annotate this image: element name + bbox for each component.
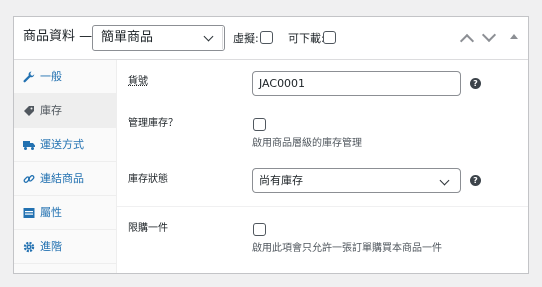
tab-attributes[interactable]: 屬性 — [14, 196, 117, 230]
move-up-icon[interactable] — [459, 33, 475, 49]
product-type-select[interactable]: 簡單商品 — [92, 25, 225, 51]
virtual-checkbox[interactable] — [260, 31, 273, 44]
wrench-icon — [23, 71, 35, 83]
tab-label: 屬性 — [40, 206, 62, 219]
gear-icon — [23, 241, 35, 253]
truck-icon — [23, 141, 35, 150]
sold-individually-description: 啟用此項會只允許一張訂單購買本商品一件 — [252, 243, 442, 254]
product-data-panel: 商品資料 — 簡單商品 虛擬: 可下載: 一般 庫存 運送方式 連結商品 屬性 … — [13, 16, 529, 274]
header-divider — [222, 27, 223, 49]
toggle-panel-icon[interactable] — [510, 34, 518, 39]
stock-status-help-icon[interactable]: ? — [470, 175, 481, 186]
tab-label: 運送方式 — [40, 138, 84, 151]
sold-individually-label: 限購一件 — [128, 223, 168, 234]
tab-shipping[interactable]: 運送方式 — [14, 128, 117, 162]
tab-label: 一般 — [40, 70, 62, 83]
tab-general[interactable]: 一般 — [14, 60, 117, 94]
tab-linked-products[interactable]: 連結商品 — [14, 162, 117, 196]
sku-help-icon[interactable]: ? — [470, 78, 481, 89]
sku-label: 貨號 — [128, 76, 148, 87]
tab-label: 連結商品 — [40, 172, 84, 185]
product-data-tabs: 一般 庫存 運送方式 連結商品 屬性 進階 — [14, 60, 117, 273]
tab-advanced[interactable]: 進階 — [14, 230, 117, 264]
table-icon — [23, 208, 35, 218]
product-data-header: 商品資料 — 簡單商品 虛擬: 可下載: — [14, 17, 528, 60]
product-type-value: 簡單商品 — [101, 30, 154, 45]
stock-status-select[interactable]: 尚有庫存 — [252, 168, 461, 193]
downloadable-checkbox[interactable] — [323, 31, 336, 44]
manage-stock-checkbox[interactable] — [253, 118, 266, 131]
panel-title: 商品資料 — — [23, 29, 93, 44]
link-icon — [23, 175, 35, 183]
sold-individually-checkbox[interactable] — [253, 223, 266, 236]
manage-stock-description: 啟用商品層級的庫存管理 — [252, 138, 362, 149]
section-divider — [117, 206, 528, 207]
tab-label: 庫存 — [40, 104, 62, 117]
manage-stock-label: 管理庫存？ — [128, 118, 178, 129]
stock-status-label: 庫存狀態 — [128, 174, 168, 185]
tab-label: 進階 — [40, 240, 62, 253]
sku-input[interactable]: JAC0001 — [252, 71, 461, 96]
stock-status-value: 尚有庫存 — [259, 174, 303, 187]
tab-inventory[interactable]: 庫存 — [14, 94, 117, 128]
downloadable-label: 可下載: — [288, 32, 325, 45]
tag-icon — [24, 106, 34, 116]
chevron-down-icon — [203, 31, 214, 42]
move-down-icon[interactable] — [481, 27, 497, 43]
chevron-down-icon — [439, 175, 450, 186]
virtual-label: 虛擬: — [233, 32, 259, 45]
sku-value: JAC0001 — [259, 77, 306, 90]
